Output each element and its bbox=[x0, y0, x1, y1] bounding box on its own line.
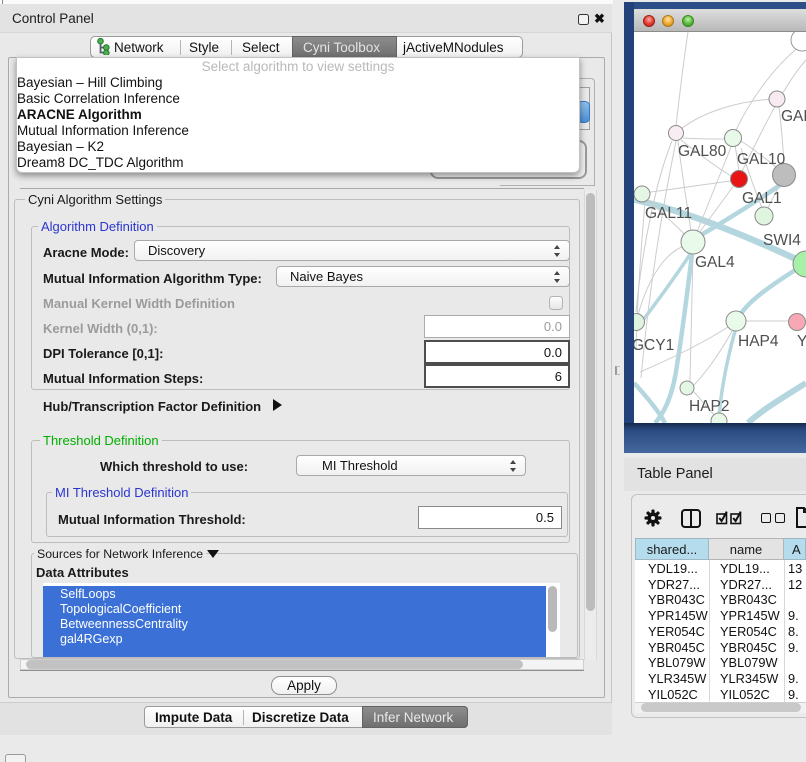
svg-text:GAL10: GAL10 bbox=[737, 151, 786, 168]
svg-text:GAL80: GAL80 bbox=[678, 143, 727, 160]
svg-text:HAP4: HAP4 bbox=[738, 333, 779, 350]
svg-text:GCY1: GCY1 bbox=[634, 337, 674, 354]
svg-text:HAP2: HAP2 bbox=[689, 398, 730, 415]
svg-text:GAL11: GAL11 bbox=[645, 205, 692, 222]
svg-text:GAL4: GAL4 bbox=[695, 254, 735, 271]
svg-text:SWI4: SWI4 bbox=[763, 232, 801, 249]
svg-text:GAL: GAL bbox=[781, 108, 806, 125]
svg-text:GAL1: GAL1 bbox=[742, 190, 782, 207]
svg-text:Y: Y bbox=[797, 333, 806, 350]
